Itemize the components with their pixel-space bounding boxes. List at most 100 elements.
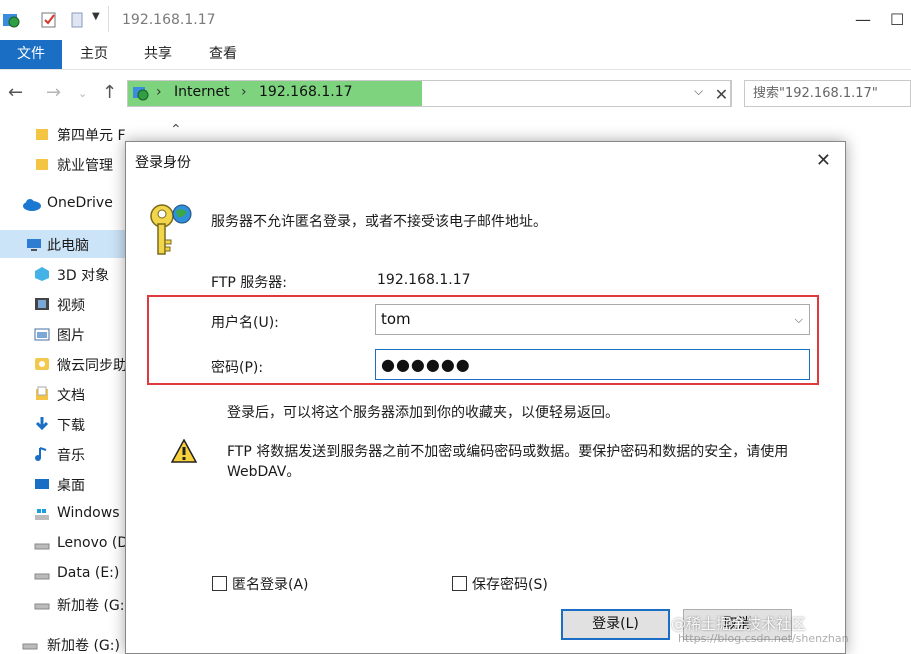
- sidebar-item-label: 文档: [57, 388, 85, 404]
- folder-icon: [36, 129, 48, 140]
- anonymous-login-label[interactable]: 匿名登录(A): [232, 574, 309, 594]
- picture-icon: [34, 328, 50, 341]
- password-value: ●●●●●●: [381, 355, 471, 374]
- recent-locations-chevron-icon[interactable]: ⌄: [78, 87, 87, 100]
- username-combobox[interactable]: tom ⌵: [375, 304, 810, 335]
- desktop-icon: [35, 479, 49, 489]
- sidebar-item-label: Windows: [57, 505, 120, 521]
- sidebar-item-data-drive[interactable]: Data (E:): [0, 560, 125, 588]
- sidebar-item-weiyun[interactable]: 微云同步助: [0, 350, 125, 378]
- back-arrow-icon[interactable]: ←: [8, 82, 23, 103]
- tab-share[interactable]: 共享: [144, 40, 172, 69]
- breadcrumb-host[interactable]: 192.168.1.17: [259, 84, 353, 100]
- breadcrumb-internet[interactable]: Internet: [174, 84, 230, 100]
- sidebar-item-label: 3D 对象: [57, 268, 110, 284]
- cloud-sync-icon: [35, 358, 49, 370]
- sidebar-item-label: Data (E:): [57, 565, 120, 581]
- sidebar-item-new-volume-g-network[interactable]: 新加卷 (G:): [0, 630, 125, 654]
- chevron-down-icon[interactable]: ⌵: [795, 305, 803, 334]
- folder-icon: [36, 159, 48, 170]
- minimize-button[interactable]: —: [855, 10, 871, 29]
- drive-windows-icon: [35, 509, 49, 520]
- new-folder-icon[interactable]: [68, 11, 86, 29]
- cube-icon: [35, 267, 49, 281]
- close-icon[interactable]: ✕: [816, 150, 831, 171]
- drive-icon: [34, 603, 50, 610]
- save-password-label[interactable]: 保存密码(S): [472, 574, 548, 594]
- properties-icon[interactable]: [40, 11, 58, 29]
- drive-icon: [22, 643, 38, 650]
- sidebar-item-label: 新加卷 (G:: [57, 598, 125, 614]
- sidebar-item-label: 视频: [57, 298, 85, 314]
- sidebar-item-desktop[interactable]: 桌面: [0, 470, 125, 498]
- username-value: tom: [381, 310, 411, 328]
- search-input[interactable]: 搜索"192.168.1.17": [744, 80, 911, 107]
- navigation-pane: 第四单元 FTP服务 就业管理 OneDrive 此电脑 3D 对象 视频 图片…: [0, 116, 125, 654]
- dialog-message: 服务器不允许匿名登录，或者不接受该电子邮件地址。: [211, 214, 547, 230]
- explorer-globe-icon[interactable]: [2, 11, 20, 29]
- sidebar-collapse-chevron-icon[interactable]: ⌃: [170, 122, 182, 138]
- sidebar-item-windows-drive[interactable]: Windows: [0, 500, 125, 528]
- window-title: 192.168.1.17: [122, 12, 216, 28]
- sidebar-item-label: OneDrive: [47, 195, 113, 211]
- password-field[interactable]: ●●●●●●: [375, 349, 810, 380]
- anonymous-login-checkbox[interactable]: [212, 576, 227, 591]
- sidebar-item-label: 就业管理: [57, 158, 113, 174]
- sidebar-item-documents[interactable]: 文档: [0, 380, 125, 408]
- document-icon: [36, 386, 48, 400]
- sidebar-item-label: 第四单元 FTP服务: [57, 128, 125, 144]
- breadcrumb-separator-icon[interactable]: ›: [156, 84, 162, 100]
- password-label: 密码(P):: [211, 360, 264, 376]
- sidebar-item-3d-objects[interactable]: 3D 对象: [0, 260, 125, 288]
- download-icon: [35, 417, 49, 431]
- sidebar-item-downloads[interactable]: 下载: [0, 410, 125, 438]
- server-value: 192.168.1.17: [377, 272, 471, 288]
- sidebar-item-label: 微云同步助: [57, 358, 125, 374]
- sidebar-item-jobs-folder[interactable]: 就业管理: [0, 150, 125, 178]
- title-bar: ▼ 192.168.1.17 — ☐: [0, 0, 911, 40]
- maximize-button[interactable]: ☐: [890, 10, 904, 29]
- sidebar-item-label: 桌面: [57, 478, 85, 494]
- sidebar-item-videos[interactable]: 视频: [0, 290, 125, 318]
- sidebar-item-label: 音乐: [57, 448, 85, 464]
- sidebar-item-onedrive[interactable]: OneDrive: [0, 190, 125, 218]
- clear-address-icon[interactable]: ✕: [712, 80, 732, 107]
- sidebar-item-pictures[interactable]: 图片: [0, 320, 125, 348]
- sidebar-item-label: 此电脑: [47, 238, 89, 254]
- sidebar-item-new-volume-g[interactable]: 新加卷 (G:: [0, 590, 125, 618]
- key-icon: [150, 204, 192, 255]
- address-dropdown-icon[interactable]: ⌵: [694, 84, 703, 99]
- quick-access-dropdown-icon[interactable]: ▼: [92, 11, 100, 22]
- sidebar-item-lenovo-drive[interactable]: Lenovo (D: [0, 530, 125, 558]
- address-bar[interactable]: › Internet › 192.168.1.17 ⌵: [127, 80, 731, 107]
- warning-text-line2: WebDAV。: [227, 464, 301, 480]
- forward-arrow-icon[interactable]: →: [46, 82, 61, 103]
- up-arrow-icon[interactable]: ↑: [102, 82, 117, 103]
- sidebar-item-ftp-folder[interactable]: 第四单元 FTP服务: [0, 120, 125, 148]
- watermark-url: https://blog.csdn.net/shenzhan: [678, 632, 849, 645]
- server-label: FTP 服务器:: [211, 275, 287, 291]
- watermark: @稀土掘金技术社区: [671, 615, 807, 633]
- warning-text-line1: FTP 将数据发送到服务器之前不加密或编码密码或数据。要保护密码和数据的安全，请…: [227, 444, 789, 460]
- tab-file[interactable]: 文件: [0, 40, 62, 69]
- tab-home[interactable]: 主页: [80, 40, 108, 69]
- info-text: 登录后，可以将这个服务器添加到你的收藏夹，以便轻易返回。: [227, 405, 619, 421]
- login-dialog: 登录身份 ✕ 服务器不允许匿名登录，或者不接受该电子邮件地址。 FTP 服务器:…: [125, 141, 846, 654]
- sidebar-item-label: 下载: [57, 418, 85, 434]
- sidebar-item-music[interactable]: 音乐: [0, 440, 125, 468]
- save-password-checkbox[interactable]: [452, 576, 467, 591]
- cloud-icon: [23, 199, 41, 211]
- breadcrumb-separator-icon[interactable]: ›: [241, 84, 247, 100]
- drive-icon: [34, 573, 50, 580]
- dialog-title: 登录身份: [135, 155, 191, 171]
- sidebar-item-label: Lenovo (D: [57, 535, 125, 551]
- username-label: 用户名(U):: [211, 315, 279, 331]
- login-button[interactable]: 登录(L): [561, 609, 670, 640]
- ribbon: 文件 主页 共享 查看: [0, 40, 911, 70]
- divider: [108, 6, 109, 32]
- warning-icon: [171, 439, 197, 463]
- film-icon: [35, 298, 49, 310]
- sidebar-item-this-pc[interactable]: 此电脑: [0, 230, 125, 258]
- sidebar-item-label: 新加卷 (G:): [47, 638, 120, 654]
- tab-view[interactable]: 查看: [209, 40, 237, 69]
